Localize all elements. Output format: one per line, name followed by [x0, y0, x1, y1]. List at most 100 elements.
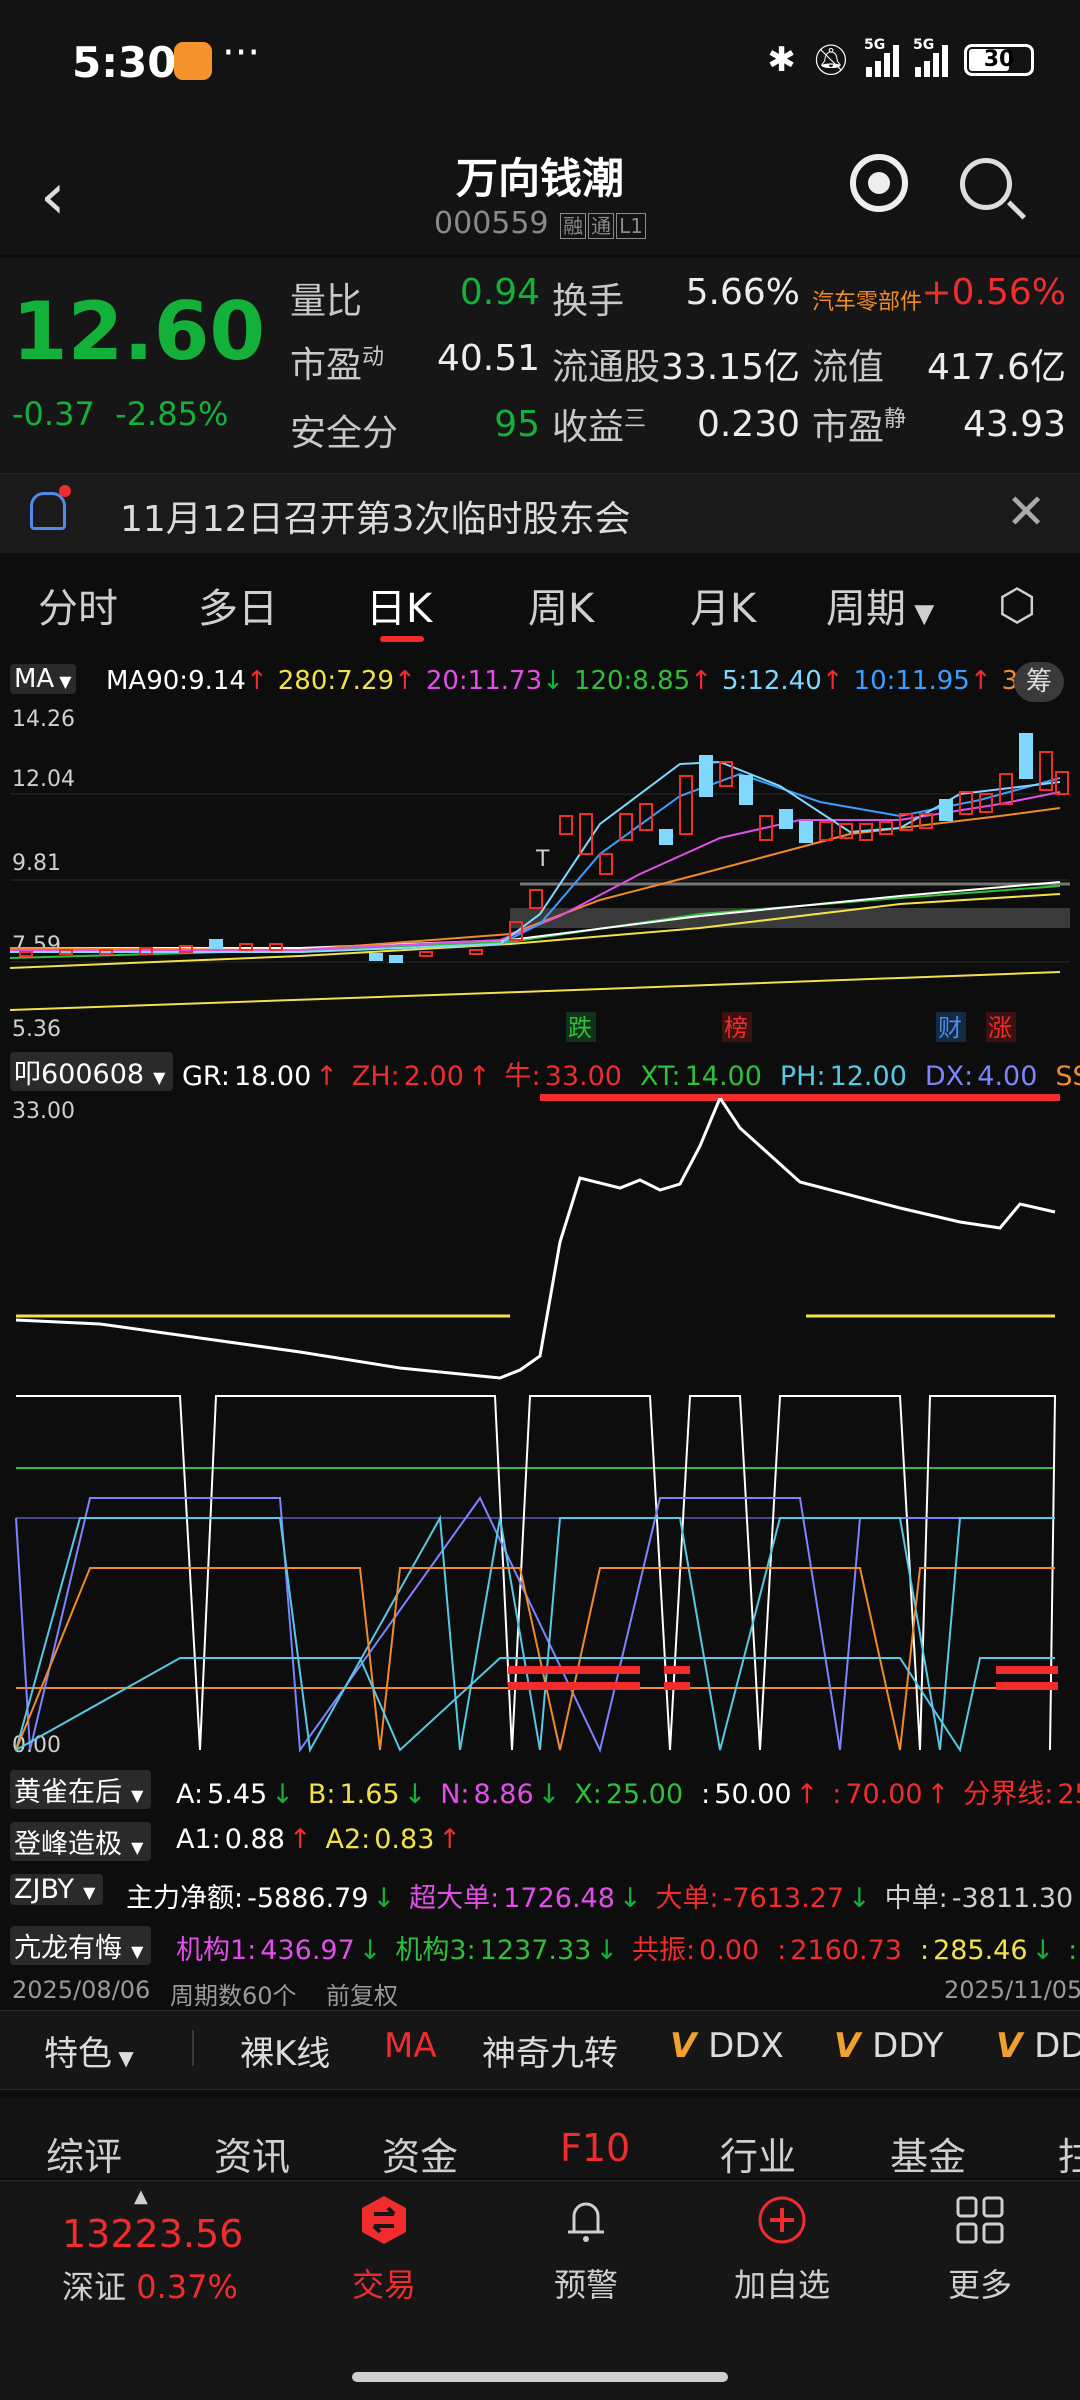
f10-tab-funds[interactable]: 资金: [382, 2126, 458, 2181]
feature-dd[interactable]: V DD: [996, 2026, 1080, 2066]
f10-tab-summary[interactable]: 综评: [46, 2126, 122, 2181]
legend-item: :2160.73: [777, 1935, 902, 1966]
tab-daily-k[interactable]: 日K: [366, 576, 432, 634]
chevron-down-icon: ▼: [112, 2046, 134, 2070]
candle: [779, 809, 793, 829]
candle: [739, 775, 753, 805]
feature-naked-k[interactable]: 裸K线: [240, 2026, 330, 2075]
f10-tab-news[interactable]: 资讯: [214, 2126, 290, 2181]
y-label-bottom: 5.36: [12, 1017, 61, 1042]
divider: [192, 2030, 194, 2066]
status-icons: ✱ 🔕︎ 5G 5G 30: [767, 36, 1034, 84]
home-indicator[interactable]: [352, 2372, 728, 2382]
badge-list[interactable]: 榜: [724, 1014, 748, 1042]
selector-kanglong[interactable]: 亢龙有悔 ▼: [10, 1926, 155, 1965]
feature-ma[interactable]: MA: [384, 2026, 437, 2066]
feature-nine-turns[interactable]: 神奇九转: [482, 2026, 618, 2075]
expand-up-icon[interactable]: ▲: [134, 2186, 148, 2207]
candle: [389, 955, 403, 963]
index-value[interactable]: 13223.56: [62, 2212, 243, 2256]
feature-selector[interactable]: 特色 ▼: [44, 2026, 134, 2075]
add-watchlist-icon[interactable]: [756, 2194, 808, 2246]
trade-icon[interactable]: [358, 2194, 410, 2246]
gr-line: [15, 1098, 1056, 1380]
f10-tab-industry[interactable]: 行业: [720, 2126, 796, 2181]
signal-bar: [996, 1682, 1058, 1690]
settings-hex-icon[interactable]: ⬡: [998, 580, 1036, 631]
bell-icon: [30, 485, 71, 530]
nav-alert[interactable]: 预警: [516, 2260, 656, 2306]
assistant-icon[interactable]: [850, 154, 908, 212]
status-time: 5:30: [72, 38, 177, 87]
selector-dengfeng[interactable]: 登峰造极 ▼: [10, 1822, 155, 1861]
mute-icon: 🔕︎: [811, 42, 850, 78]
tab-monthly-k[interactable]: 月K: [690, 576, 756, 634]
legend-item: X: 25.00: [574, 1779, 684, 1810]
legend-item: PH: 12.00: [779, 1061, 907, 1092]
tab-period[interactable]: 周期 ▼: [826, 576, 934, 634]
selector-huangque[interactable]: 黄雀在后 ▼: [10, 1770, 155, 1809]
nav-trade[interactable]: 交易: [314, 2260, 454, 2306]
legend-item: 机构1: 436.97 ↓: [176, 1935, 382, 1966]
indicator-chart[interactable]: 33.00 0.00: [0, 1098, 1080, 1758]
candle: [559, 815, 573, 835]
kline-chart[interactable]: 14.26 12.04 9.81 7.59 5.36 T 跌 榜 财 涨: [0, 704, 1080, 1044]
legend-item: 10:11.95↑: [853, 666, 992, 696]
legend-item: ZH: 2.00 ↑: [351, 1061, 491, 1092]
f10-tab-more[interactable]: 拄: [1058, 2126, 1080, 2181]
signal-bar: [996, 1666, 1058, 1674]
badge-rise[interactable]: 涨: [988, 1014, 1012, 1042]
v-icon: V: [996, 2026, 1035, 2066]
tab-intraday[interactable]: 分时: [38, 576, 118, 634]
label-sector[interactable]: 汽车零部件: [812, 284, 922, 316]
f10-tab-f10[interactable]: F10: [560, 2126, 630, 2170]
grid-more-icon[interactable]: [954, 2194, 1006, 2246]
legend-item: 牛: 33.00: [504, 1061, 622, 1092]
event-badges[interactable]: 跌 榜 财 涨: [566, 1012, 1016, 1042]
selector-zjby[interactable]: ZJBY ▼: [10, 1874, 107, 1905]
legend-item: 20:11.73↓: [425, 666, 564, 696]
badge-drop[interactable]: 跌: [568, 1014, 592, 1042]
badge-finance[interactable]: 财: [938, 1014, 962, 1042]
ind-y-top: 33.00: [12, 1099, 75, 1124]
legend-item: 120:8.85↑: [573, 666, 712, 696]
nav-add-watchlist[interactable]: 加自选: [712, 2260, 852, 2306]
alert-bell-icon[interactable]: [560, 2194, 612, 2246]
candle: [469, 949, 483, 955]
candle: [679, 775, 693, 835]
long-ma-line: [9, 971, 1061, 1011]
legend-item: 共振: 0.00: [631, 1935, 760, 1966]
label-float-shares: 流通股: [552, 347, 661, 388]
close-icon[interactable]: ✕: [1006, 484, 1046, 540]
candle: [699, 755, 713, 797]
f10-tab-fund[interactable]: 基金: [890, 2126, 966, 2181]
notice-text[interactable]: 11月12日召开第3次临时股东会: [120, 490, 631, 542]
date-end: 2025/11/05: [944, 1976, 1080, 2004]
dropdown-icon: ▼: [78, 1883, 96, 1902]
tab-multiday[interactable]: 多日: [198, 576, 278, 634]
indicator-selector[interactable]: 叩600608 ▼: [10, 1052, 177, 1091]
dropdown-icon: ▼: [126, 1786, 144, 1805]
current-price: 12.60: [12, 285, 266, 378]
indicator-legend: 叩600608 ▼ GR: 18.00 ↑ ZH: 2.00 ↑ 牛: 33.00 XT: 14.…: [0, 1048, 1080, 1092]
value-sector-change: +0.56%: [921, 272, 1066, 313]
search-icon[interactable]: [960, 158, 1012, 210]
row-huangque: 黄雀在后 ▼ A: 5.45 ↓ B: 1.65 ↓ N: 8.86 ↓ X: 25.00:50.0…: [0, 1764, 1080, 1810]
legend-item: N: 8.86 ↓: [440, 1779, 561, 1810]
label-eps: 收益三: [552, 407, 647, 448]
candle: [939, 799, 953, 821]
t-marker: T: [535, 847, 550, 872]
legend-item: A1: 0.88 ↑: [176, 1824, 312, 1855]
battery-icon: 30: [964, 44, 1034, 76]
index-name[interactable]: 深证 0.37%: [62, 2262, 238, 2308]
nav-more[interactable]: 更多: [910, 2260, 1050, 2306]
tab-weekly-k[interactable]: 周K: [528, 576, 594, 634]
legend-item: DX: 4.00: [924, 1061, 1038, 1092]
feature-ddx[interactable]: V DDX: [670, 2026, 784, 2066]
signal-bar: [664, 1666, 690, 1674]
feature-ddy[interactable]: V DDY: [834, 2026, 943, 2066]
ma-selector[interactable]: MA ▼: [10, 664, 76, 694]
dropdown-icon: ▼: [54, 672, 72, 691]
candle: [599, 853, 613, 875]
chip-button[interactable]: 筹: [1014, 662, 1064, 702]
